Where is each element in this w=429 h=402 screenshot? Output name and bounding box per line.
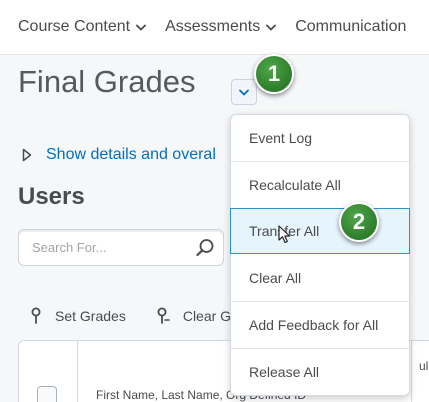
menu-item-recalculate-all[interactable]: Recalculate All xyxy=(231,162,409,208)
set-grades-label: Set Grades xyxy=(55,307,126,324)
menu-item-add-feedback-for-all[interactable]: Add Feedback for All xyxy=(231,302,409,348)
nav-communication[interactable]: Communication xyxy=(295,18,406,36)
users-heading: Users xyxy=(18,183,85,210)
step-callout-1: 1 xyxy=(254,54,294,94)
chevron-down-icon xyxy=(266,24,277,31)
mouse-pointer-icon xyxy=(278,225,292,250)
search-icon[interactable] xyxy=(193,236,217,260)
menu-item-release-all[interactable]: Release All xyxy=(231,349,409,395)
clear-grades-button[interactable]: Clear G xyxy=(156,307,231,324)
show-details-link[interactable]: Show details and overal xyxy=(46,146,216,164)
nav-assessments-label: Assessments xyxy=(165,18,261,35)
chevron-down-icon xyxy=(136,24,146,31)
grades-toolbar: Set Grades Clear G xyxy=(30,307,231,324)
nav-course-content[interactable]: Course Content xyxy=(18,18,146,36)
column-divider xyxy=(77,341,78,402)
pin-icon xyxy=(30,307,42,324)
menu-item-clear-all[interactable]: Clear All xyxy=(231,255,409,301)
step-callout-2: 2 xyxy=(339,202,379,242)
calculated-column-header[interactable]: ulat xyxy=(419,359,429,373)
set-grades-button[interactable]: Set Grades xyxy=(30,307,126,324)
menu-item-event-log[interactable]: Event Log xyxy=(231,115,409,161)
nav-communication-label: Communication xyxy=(295,18,407,35)
chevron-down-icon xyxy=(239,89,249,96)
title-actions-dropdown-button[interactable] xyxy=(231,79,257,105)
show-details-toggle[interactable]: Show details and overal xyxy=(22,146,216,164)
nav-assessments[interactable]: Assessments xyxy=(165,18,277,36)
clear-grades-label: Clear G xyxy=(182,307,232,324)
page-title: Final Grades xyxy=(18,64,196,99)
final-grades-actions-menu: Event Log Recalculate All Transfer All C… xyxy=(230,114,410,396)
search-box xyxy=(18,229,224,266)
menu-item-transfer-all[interactable]: Transfer All xyxy=(230,208,410,254)
search-input[interactable] xyxy=(19,230,189,265)
top-navigation: Course Content Assessments Communication xyxy=(0,0,429,55)
select-all-checkbox[interactable] xyxy=(37,386,57,402)
triangle-right-icon xyxy=(22,148,32,162)
pin-clear-icon xyxy=(156,307,170,324)
column-divider xyxy=(411,341,412,402)
nav-course-content-label: Course Content xyxy=(18,18,131,35)
